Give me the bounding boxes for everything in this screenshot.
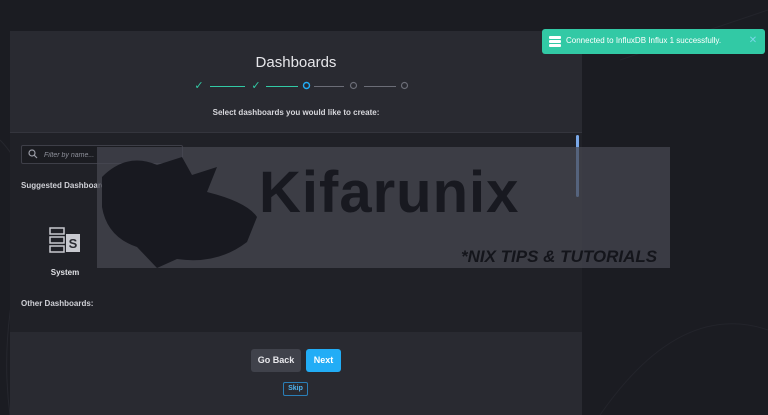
step-1-check-icon: ✓ — [194, 80, 204, 92]
svg-text:S: S — [69, 236, 78, 251]
step-2-check-icon: ✓ — [251, 80, 261, 92]
search-icon — [28, 149, 38, 159]
modal-subtitle: Select dashboards you would like to crea… — [212, 108, 380, 117]
watermark-tagline: *NIX TIPS & TUTORIALS — [461, 247, 658, 266]
modal-title: Dashboards — [255, 54, 337, 71]
step-3-current-icon — [300, 79, 312, 93]
step-connector — [210, 86, 245, 87]
skip-button[interactable]: Skip — [283, 382, 308, 396]
next-button[interactable]: Next — [306, 349, 341, 372]
other-dashboards-heading: Other Dashboards: — [21, 299, 94, 308]
system-dashboard-label: System — [50, 268, 80, 277]
go-back-button[interactable]: Go Back — [251, 349, 301, 372]
database-icon — [549, 36, 561, 47]
step-5-pending-icon — [398, 79, 410, 93]
watermark: Kifarunix *NIX TIPS & TUTORIALS — [97, 147, 670, 268]
watermark-brand: Kifarunix — [259, 160, 520, 225]
system-dashboard-icon: S — [49, 227, 80, 253]
close-icon[interactable]: ✕ — [747, 35, 759, 47]
step-4-pending-icon — [347, 79, 359, 93]
toast-message: Connected to InfluxDB Influx 1 successfu… — [566, 36, 722, 45]
success-toast: Connected to InfluxDB Influx 1 successfu… — [542, 29, 765, 54]
step-connector — [314, 86, 344, 87]
step-connector — [266, 86, 298, 87]
system-dashboard-card[interactable]: S System — [44, 226, 86, 281]
progress-stepper: ✓ ✓ — [190, 79, 408, 99]
step-connector — [364, 86, 396, 87]
